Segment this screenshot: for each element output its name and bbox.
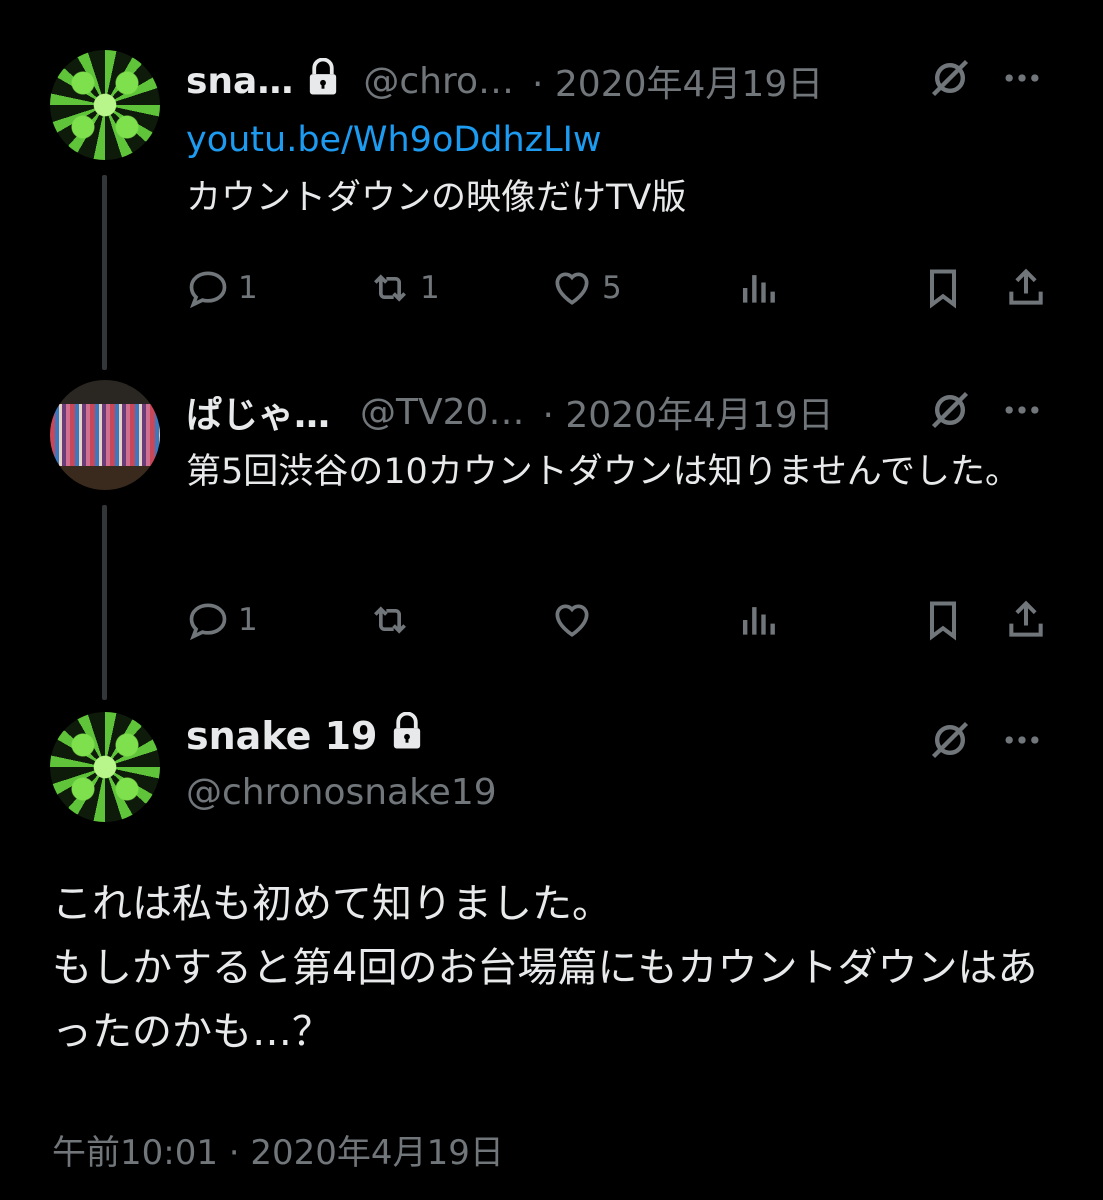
views-icon [742,607,775,635]
tweet-body: 第5回渋谷の10カウントダウンは知りませんでした。 [186,452,1021,492]
action-bar: 1 [186,598,1056,648]
share-icon [1009,600,1043,637]
reply-icon [189,603,227,641]
like-button[interactable]: 5 [550,266,622,310]
header-icons [928,388,1044,432]
bookmark-icon [929,269,957,309]
more-icon[interactable] [1000,388,1044,432]
like-icon [555,604,589,637]
reply-count: 1 [238,602,258,638]
share-button[interactable] [1004,598,1048,642]
handle[interactable]: @chro… [363,61,514,102]
retweet-icon [374,606,406,634]
display-name[interactable]: ぱじゃ… [186,386,330,438]
retweet-button[interactable] [368,598,420,642]
tweet-date[interactable]: · 2020年4月19日 [532,55,823,107]
bookmark-button[interactable] [921,598,965,642]
handle[interactable]: @chronosnake19 [186,772,497,813]
views-button[interactable] [736,598,780,642]
lock-icon [389,711,425,759]
views-icon [742,275,775,303]
tweet-header: sna… @chro… · 2020年4月19日 [186,55,823,107]
tweet-header: snake 19 [186,711,425,759]
tweet-link[interactable]: youtu.be/Wh9oDdhzLIw [186,111,686,169]
tweet-text: youtu.be/Wh9oDdhzLIw カウントダウンの映像だけTV版 [186,111,686,227]
more-icon[interactable] [1000,56,1044,100]
thread-line [102,175,107,370]
avatar[interactable] [50,50,160,160]
tweet-date[interactable]: · 2020年4月19日 [542,386,833,438]
tweet-timestamp[interactable]: 午前10:01 · 2020年4月19日 [52,1125,504,1174]
handle[interactable]: @TV20… [360,392,524,433]
grok-icon[interactable] [928,718,972,762]
tweet-header: ぱじゃ… @TV20… · 2020年4月19日 [186,386,834,438]
more-icon[interactable] [1000,718,1044,762]
header-icons [928,56,1044,100]
tweet-body: カウントダウンの映像だけTV版 [186,178,687,218]
retweet-count: 1 [420,270,440,306]
like-button[interactable] [550,598,602,642]
thread-line [102,505,107,700]
like-icon [555,272,589,305]
header-icons [928,718,1044,762]
reply-button[interactable]: 1 [186,266,258,310]
bookmark-icon [929,601,957,641]
share-button[interactable] [1004,266,1048,310]
retweet-icon [374,274,406,302]
bookmark-button[interactable] [921,266,965,310]
grok-icon[interactable] [928,388,972,432]
reply-button[interactable]: 1 [186,598,258,642]
reply-count: 1 [238,270,258,306]
retweet-button[interactable]: 1 [368,266,440,310]
views-button[interactable] [736,266,780,310]
display-name[interactable]: snake 19 [186,714,377,758]
action-bar: 1 1 5 [186,266,1056,316]
display-name[interactable]: sna… [186,61,293,102]
lock-icon [305,57,341,105]
share-icon [1009,268,1043,305]
reply-icon [189,271,227,309]
grok-icon[interactable] [928,56,972,100]
tweet-body: これは私も初めて知りました。 もしかすると第4回のお台場篇にもカウントダウンはあ… [52,881,1038,1055]
like-count: 5 [602,270,622,306]
avatar[interactable] [50,712,160,822]
avatar[interactable] [50,380,160,490]
